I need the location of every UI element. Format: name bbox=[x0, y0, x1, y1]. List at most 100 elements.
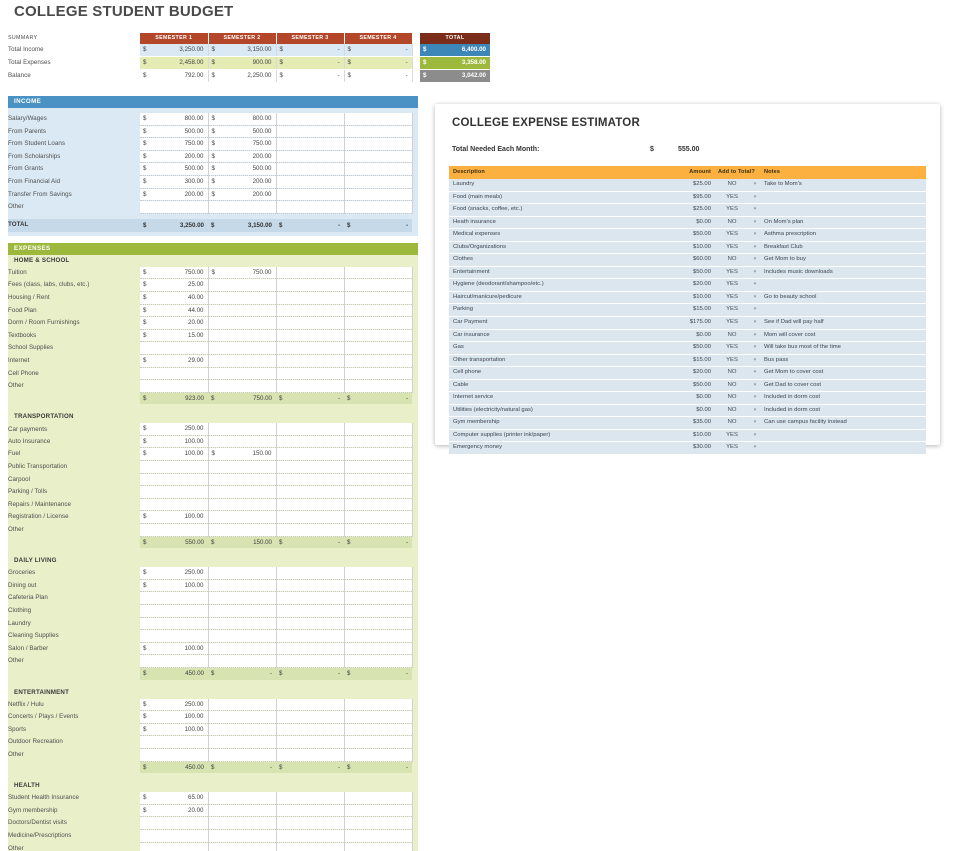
budget-cell[interactable] bbox=[344, 804, 412, 817]
chevron-down-icon[interactable]: ▾ bbox=[748, 367, 762, 380]
budget-cell[interactable]: $200.00 bbox=[140, 188, 208, 201]
budget-cell[interactable] bbox=[276, 804, 344, 817]
estimator-amount[interactable]: $0.00 bbox=[664, 216, 716, 229]
budget-cell[interactable] bbox=[208, 723, 276, 736]
budget-cell[interactable] bbox=[276, 579, 344, 592]
budget-cell[interactable] bbox=[276, 592, 344, 605]
budget-cell[interactable] bbox=[344, 736, 412, 749]
budget-cell[interactable] bbox=[208, 498, 276, 511]
budget-cell[interactable] bbox=[344, 473, 412, 486]
budget-cell[interactable] bbox=[276, 113, 344, 125]
budget-cell[interactable] bbox=[344, 423, 412, 435]
budget-cell[interactable] bbox=[208, 329, 276, 342]
estimator-add-to-total-value[interactable]: YES bbox=[716, 279, 748, 292]
budget-cell[interactable] bbox=[208, 567, 276, 579]
budget-cell[interactable] bbox=[208, 380, 276, 393]
budget-cell[interactable] bbox=[208, 342, 276, 355]
budget-cell[interactable] bbox=[344, 367, 412, 380]
budget-cell[interactable] bbox=[344, 279, 412, 292]
budget-cell[interactable] bbox=[276, 125, 344, 138]
budget-cell[interactable] bbox=[208, 423, 276, 435]
estimator-add-to-total-value[interactable]: NO bbox=[716, 417, 748, 430]
estimator-amount[interactable]: $0.00 bbox=[664, 404, 716, 417]
chevron-down-icon[interactable]: ▾ bbox=[748, 266, 762, 279]
budget-cell[interactable] bbox=[140, 367, 208, 380]
estimator-add-to-total-value[interactable]: NO bbox=[716, 329, 748, 342]
budget-cell[interactable] bbox=[140, 630, 208, 643]
budget-cell[interactable] bbox=[208, 461, 276, 474]
summary-cell[interactable]: $- bbox=[344, 44, 412, 57]
budget-cell[interactable] bbox=[276, 163, 344, 176]
budget-cell[interactable] bbox=[276, 367, 344, 380]
budget-cell[interactable] bbox=[276, 736, 344, 749]
budget-cell[interactable] bbox=[276, 630, 344, 643]
budget-cell[interactable] bbox=[344, 380, 412, 393]
budget-cell[interactable] bbox=[344, 524, 412, 537]
budget-cell[interactable]: $15.00 bbox=[140, 329, 208, 342]
estimator-add-to-total-value[interactable]: YES bbox=[716, 304, 748, 317]
estimator-amount[interactable]: $50.00 bbox=[664, 266, 716, 279]
budget-cell[interactable] bbox=[140, 461, 208, 474]
budget-cell[interactable] bbox=[140, 342, 208, 355]
budget-cell[interactable] bbox=[344, 817, 412, 830]
budget-cell[interactable]: $750.00 bbox=[140, 267, 208, 279]
budget-cell[interactable] bbox=[276, 342, 344, 355]
budget-cell[interactable] bbox=[276, 291, 344, 304]
estimator-amount[interactable]: $10.00 bbox=[664, 241, 716, 254]
estimator-add-to-total-value[interactable]: NO bbox=[716, 404, 748, 417]
budget-cell[interactable] bbox=[140, 498, 208, 511]
estimator-amount[interactable]: $0.00 bbox=[664, 329, 716, 342]
budget-cell[interactable] bbox=[276, 267, 344, 279]
budget-cell[interactable] bbox=[208, 201, 276, 214]
budget-cell[interactable] bbox=[276, 435, 344, 448]
budget-cell[interactable] bbox=[276, 699, 344, 711]
budget-cell[interactable]: $800.00 bbox=[140, 113, 208, 125]
budget-cell[interactable] bbox=[344, 605, 412, 618]
budget-cell[interactable] bbox=[344, 630, 412, 643]
budget-cell[interactable] bbox=[208, 804, 276, 817]
estimator-notes[interactable]: Included in dorm cost bbox=[762, 392, 926, 405]
estimator-amount[interactable]: $50.00 bbox=[664, 229, 716, 242]
chevron-down-icon[interactable]: ▾ bbox=[748, 179, 762, 191]
budget-cell[interactable] bbox=[208, 592, 276, 605]
budget-cell[interactable]: $500.00 bbox=[208, 163, 276, 176]
budget-cell[interactable] bbox=[344, 642, 412, 655]
estimator-add-to-total-value[interactable]: YES bbox=[716, 317, 748, 330]
budget-cell[interactable] bbox=[276, 448, 344, 461]
budget-cell[interactable] bbox=[140, 617, 208, 630]
estimator-add-to-total-value[interactable]: NO bbox=[716, 392, 748, 405]
budget-cell[interactable] bbox=[276, 380, 344, 393]
chevron-down-icon[interactable]: ▾ bbox=[748, 342, 762, 355]
budget-cell[interactable] bbox=[140, 524, 208, 537]
chevron-down-icon[interactable]: ▾ bbox=[748, 291, 762, 304]
budget-cell[interactable] bbox=[208, 842, 276, 851]
chevron-down-icon[interactable]: ▾ bbox=[748, 204, 762, 217]
budget-cell[interactable]: $100.00 bbox=[140, 579, 208, 592]
estimator-notes[interactable]: Includes music downloads bbox=[762, 266, 926, 279]
chevron-down-icon[interactable]: ▾ bbox=[748, 329, 762, 342]
budget-cell[interactable] bbox=[208, 736, 276, 749]
budget-cell[interactable] bbox=[344, 579, 412, 592]
budget-cell[interactable] bbox=[276, 473, 344, 486]
estimator-notes[interactable] bbox=[762, 204, 926, 217]
budget-cell[interactable]: $300.00 bbox=[140, 175, 208, 188]
budget-cell[interactable] bbox=[208, 486, 276, 499]
estimator-amount[interactable]: $15.00 bbox=[664, 304, 716, 317]
estimator-notes[interactable]: Get Dad to cover cost bbox=[762, 379, 926, 392]
estimator-add-to-total-value[interactable]: YES bbox=[716, 342, 748, 355]
estimator-notes[interactable]: Bus pass bbox=[762, 354, 926, 367]
budget-cell[interactable]: $40.00 bbox=[140, 291, 208, 304]
budget-cell[interactable] bbox=[276, 304, 344, 317]
budget-cell[interactable] bbox=[140, 201, 208, 214]
chevron-down-icon[interactable]: ▾ bbox=[748, 379, 762, 392]
estimator-amount[interactable]: $0.00 bbox=[664, 392, 716, 405]
estimator-add-to-total-value[interactable]: NO bbox=[716, 367, 748, 380]
budget-cell[interactable] bbox=[140, 736, 208, 749]
chevron-down-icon[interactable]: ▾ bbox=[748, 254, 762, 267]
chevron-down-icon[interactable]: ▾ bbox=[748, 216, 762, 229]
budget-cell[interactable] bbox=[344, 163, 412, 176]
budget-cell[interactable]: $500.00 bbox=[140, 163, 208, 176]
budget-cell[interactable] bbox=[344, 655, 412, 668]
budget-cell[interactable] bbox=[344, 267, 412, 279]
budget-cell[interactable] bbox=[140, 592, 208, 605]
